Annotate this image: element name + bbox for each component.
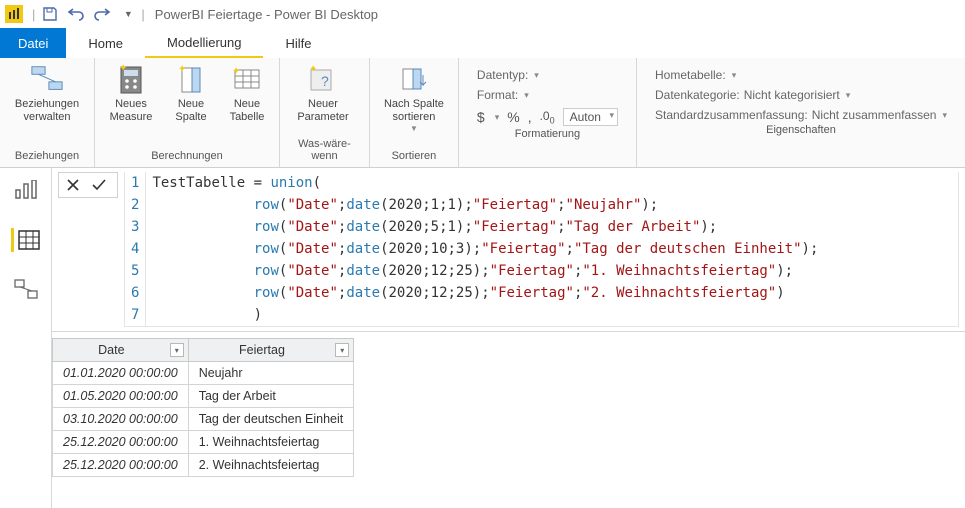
ribbon-group-formatting: Datentyp:▾ Format:▾ $▾ % , .00 Auton For… [459, 58, 637, 167]
ribbon-group-calculations: ✦ Neues Measure ✦ Neue Spalte ✦ Neue Tab… [95, 58, 280, 167]
group-label: Sortieren [378, 148, 450, 165]
svg-text:✦: ✦ [232, 66, 240, 77]
tab-home[interactable]: Home [66, 28, 145, 58]
separator: | [141, 7, 144, 22]
dax-editor[interactable]: 1234567 TestTabelle = union( row("Date";… [124, 172, 959, 327]
group-label: Formatierung [467, 126, 628, 143]
parameter-icon: ?✦ [306, 62, 340, 96]
column-header-feiertag[interactable]: Feiertag▾ [188, 339, 354, 362]
group-label: Berechnungen [103, 148, 271, 165]
tab-file[interactable]: Datei [0, 28, 66, 58]
commit-formula-button[interactable] [91, 177, 107, 193]
sort-by-column-button[interactable]: Nach Spalte sortieren ▼ [378, 62, 450, 133]
title-bar: | ▼ | PowerBI Feiertage - Power BI Deskt… [0, 0, 965, 28]
default-summarization-selector[interactable]: Standardzusammenfassung: Nicht zusammenf… [655, 108, 947, 122]
currency-button[interactable]: $ [477, 109, 485, 125]
thousands-button[interactable]: , [528, 109, 532, 125]
new-parameter-button[interactable]: ?✦ Neuer Parameter [288, 62, 358, 124]
new-table-button[interactable]: ✦ Neue Tabelle [223, 62, 271, 124]
separator: | [32, 7, 35, 22]
table-icon: ✦ [230, 62, 264, 96]
table-row[interactable]: 01.05.2020 00:00:00Tag der Arbeit [53, 385, 354, 408]
filter-icon[interactable]: ▾ [335, 343, 349, 357]
column-header-date[interactable]: Date▾ [53, 339, 189, 362]
app-icon [5, 5, 23, 23]
svg-text:✦: ✦ [119, 63, 127, 74]
calculator-icon: ✦ [114, 62, 148, 96]
ribbon-group-relationships: Beziehungen verwalten Beziehungen [0, 58, 95, 167]
svg-text:✦: ✦ [309, 64, 317, 75]
ribbon: Beziehungen verwalten Beziehungen ✦ Neue… [0, 58, 965, 168]
new-measure-button[interactable]: ✦ Neues Measure [103, 62, 159, 124]
group-label: Eigenschaften [645, 122, 957, 139]
svg-text:✦: ✦ [178, 64, 186, 75]
svg-text:?: ? [321, 73, 329, 89]
save-button[interactable] [41, 5, 59, 23]
workspace: 1234567 TestTabelle = union( row("Date";… [0, 168, 965, 508]
filter-icon[interactable]: ▾ [170, 343, 184, 357]
format-selector[interactable]: Format:▾ [477, 88, 618, 102]
table-row[interactable]: 25.12.2020 00:00:002. Weihnachtsfeiertag [53, 454, 354, 477]
table-row[interactable]: 01.01.2020 00:00:00Neujahr [53, 362, 354, 385]
quick-access-toolbar: ▼ [41, 5, 137, 23]
ribbon-group-sort: Nach Spalte sortieren ▼ Sortieren [370, 58, 459, 167]
percent-button[interactable]: % [507, 109, 519, 125]
formula-bar: 1234567 TestTabelle = union( row("Date";… [52, 168, 965, 332]
qat-dropdown[interactable]: ▼ [119, 5, 137, 23]
group-label: Was-wäre-wenn [288, 136, 361, 165]
redo-button[interactable] [93, 5, 111, 23]
view-switcher [0, 168, 52, 508]
sort-icon [397, 62, 431, 96]
model-view-button[interactable] [11, 278, 41, 302]
datatype-selector[interactable]: Datentyp:▾ [477, 68, 618, 82]
ribbon-tabs: Datei Home Modellierung Hilfe [0, 28, 965, 58]
auto-dropdown[interactable]: Auton [563, 108, 618, 126]
data-view-button[interactable] [11, 228, 41, 252]
new-column-button[interactable]: ✦ Neue Spalte [169, 62, 213, 124]
tab-modeling[interactable]: Modellierung [145, 28, 263, 58]
ribbon-group-whatif: ?✦ Neuer Parameter Was-wäre-wenn [280, 58, 370, 167]
table-row[interactable]: 03.10.2020 00:00:00Tag der deutschen Ein… [53, 408, 354, 431]
data-category-selector[interactable]: Datenkategorie: Nicht kategorisiert▾ [655, 88, 947, 102]
report-view-button[interactable] [11, 178, 41, 202]
ribbon-group-properties: Hometabelle:▾ Datenkategorie: Nicht kate… [637, 58, 965, 167]
tab-help[interactable]: Hilfe [263, 28, 333, 58]
column-icon: ✦ [174, 62, 208, 96]
data-grid: Date▾ Feiertag▾ 01.01.2020 00:00:00Neuja… [52, 338, 965, 477]
cancel-formula-button[interactable] [65, 177, 81, 193]
undo-button[interactable] [67, 5, 85, 23]
manage-relationships-button[interactable]: Beziehungen verwalten [8, 62, 86, 124]
relationships-icon [30, 62, 64, 96]
decimals-button[interactable]: .00 [540, 109, 555, 125]
window-title: PowerBI Feiertage - Power BI Desktop [155, 7, 378, 22]
home-table-selector[interactable]: Hometabelle:▾ [655, 68, 947, 82]
group-label: Beziehungen [8, 148, 86, 165]
table-row[interactable]: 25.12.2020 00:00:001. Weihnachtsfeiertag [53, 431, 354, 454]
